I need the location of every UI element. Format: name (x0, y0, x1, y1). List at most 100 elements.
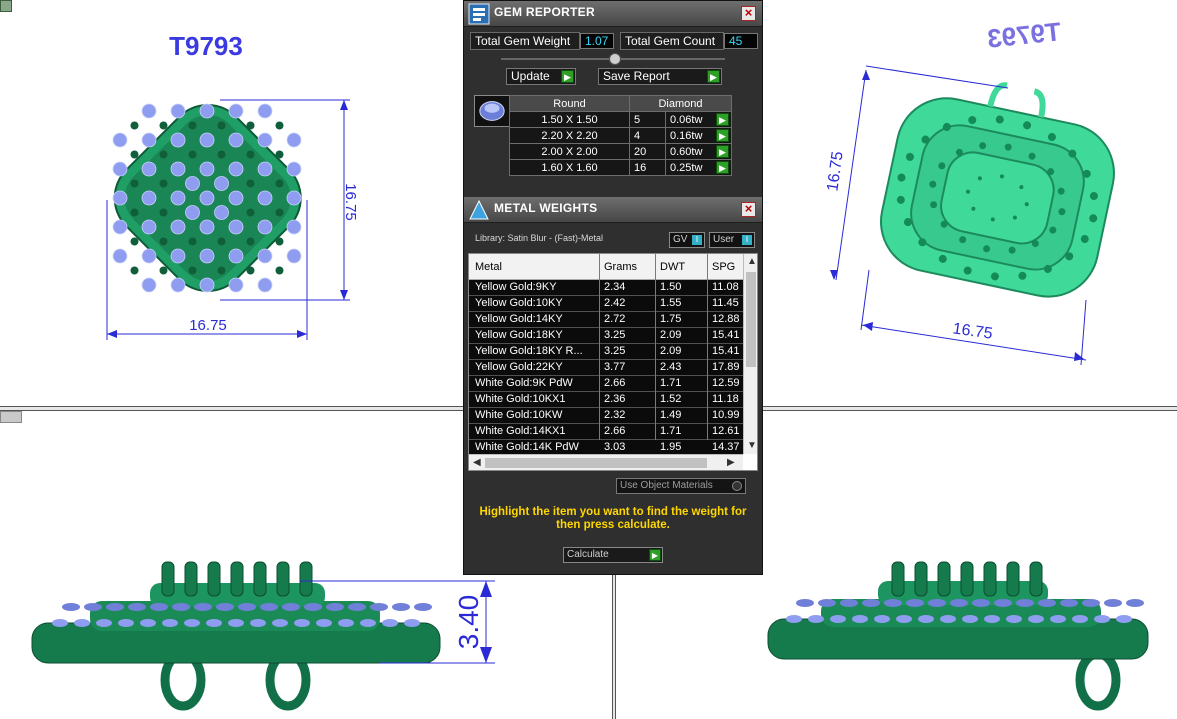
col-dwt-header[interactable]: DWT (660, 261, 685, 273)
metal-cell-metal: White Gold:9K PdW (475, 377, 573, 389)
metal-table-row[interactable]: Yellow Gold:22KY 3.77 2.43 17.89 (469, 360, 743, 376)
gem-stone (141, 103, 157, 119)
side-gem (1050, 615, 1066, 623)
side-gem (326, 603, 344, 611)
gem-count: 16 (629, 159, 666, 176)
metal-table-row[interactable]: White Gold:10KW 2.32 1.49 10.99 (469, 408, 743, 424)
gem-reporter-titlebar[interactable]: GEM REPORTER × (464, 1, 762, 27)
side-gem (984, 615, 1000, 623)
metal-cell-spg: 15.41 (712, 345, 740, 357)
side-gem (994, 599, 1012, 607)
gem-stone (275, 121, 284, 130)
gem-row[interactable]: 1.60 X 1.60 16 0.25tw ▶ (509, 159, 732, 176)
gem-stone (199, 103, 215, 119)
metal-table-row[interactable]: Yellow Gold:9KY 2.34 1.50 11.08 (469, 280, 743, 296)
gem-row-arrow-icon[interactable]: ▶ (716, 145, 729, 158)
save-report-arrow-icon: ▶ (707, 70, 720, 83)
gem-stone (275, 266, 284, 275)
gem-stone (170, 161, 186, 177)
gem-stone (275, 237, 284, 246)
metal-table-row[interactable]: White Gold:9K PdW 2.66 1.71 12.59 (469, 376, 743, 392)
col-grams-header[interactable]: Grams (604, 261, 637, 273)
viewport-menu-icon[interactable] (0, 0, 12, 12)
scroll-down-icon[interactable]: ▼ (747, 440, 757, 451)
col-metal-header[interactable]: Metal (475, 261, 502, 273)
gem-row[interactable]: 1.50 X 1.50 5 0.06tw ▶ (509, 111, 732, 128)
prong (1006, 561, 1020, 597)
scroll-right-icon[interactable]: ▶ (727, 457, 735, 468)
gem-row-arrow-icon[interactable]: ▶ (716, 129, 729, 142)
front-height-dimension: 16.75 (342, 183, 359, 221)
calculate-button[interactable]: Calculate ▶ (563, 547, 663, 563)
column-divider (599, 254, 600, 440)
metal-table-row[interactable]: White Gold:14KX1 2.66 1.71 12.61 (469, 424, 743, 440)
side-gem (862, 599, 880, 607)
gem-stone (112, 190, 128, 206)
user-toggle[interactable]: User I (709, 232, 755, 248)
gem-reporter-close-icon[interactable]: × (741, 6, 756, 21)
scroll-left-icon[interactable]: ◀ (473, 457, 481, 468)
side-gem (404, 619, 420, 627)
gem-row-arrow-icon[interactable]: ▶ (716, 113, 729, 126)
metal-table-vscroll[interactable]: ▲ ▼ (743, 254, 757, 454)
side-gem (796, 599, 814, 607)
gem-stone (228, 103, 244, 119)
side-gem (228, 619, 244, 627)
side-gem (118, 619, 134, 627)
gem-size: 2.20 X 2.20 (509, 127, 630, 144)
gem-stone (185, 176, 200, 191)
side-gem (194, 603, 212, 611)
gem-row[interactable]: 2.20 X 2.20 4 0.16tw ▶ (509, 127, 732, 144)
gem-stone (188, 121, 197, 130)
gem-stone (141, 277, 157, 293)
metal-cell-grams: 2.66 (604, 377, 626, 389)
side-gem (216, 603, 234, 611)
column-divider (655, 254, 656, 440)
side-gem (162, 619, 178, 627)
gem-row[interactable]: 2.00 X 2.00 20 0.60tw ▶ (509, 143, 732, 160)
gem-row-arrow-icon[interactable]: ▶ (716, 161, 729, 174)
gem-stone (246, 237, 255, 246)
side-gem (52, 619, 68, 627)
gem-stone (214, 176, 229, 191)
metal-cell-metal: White Gold:10KX1 (475, 393, 566, 405)
gem-stone (159, 237, 168, 246)
metal-table-row[interactable]: Yellow Gold:18KY R... 3.25 2.09 15.41 (469, 344, 743, 360)
hscroll-thumb[interactable] (485, 458, 707, 468)
side-gem (62, 603, 80, 611)
side-prongs-left (161, 561, 313, 597)
use-object-materials-option[interactable]: Use Object Materials (616, 478, 746, 494)
vscroll-thumb[interactable] (746, 272, 756, 367)
gv-toggle[interactable]: GV I (669, 232, 705, 248)
metal-weights-titlebar[interactable]: METAL WEIGHTS × (464, 197, 762, 223)
metal-table-row[interactable]: Yellow Gold:18KY 3.25 2.09 15.41 (469, 328, 743, 344)
metal-table-row[interactable]: White Gold:10KX1 2.36 1.52 11.18 (469, 392, 743, 408)
gem-stone (286, 248, 302, 264)
save-report-button[interactable]: Save Report ▶ (598, 68, 722, 85)
metal-table-row[interactable]: Yellow Gold:14KY 2.72 1.75 12.88 (469, 312, 743, 328)
scroll-up-icon[interactable]: ▲ (747, 256, 757, 267)
side-gem (316, 619, 332, 627)
side-pendant-right (767, 561, 1149, 711)
side-gem (128, 603, 146, 611)
gem-stone (199, 190, 215, 206)
col-spg-header[interactable]: SPG (712, 261, 735, 273)
gem-slider-knob[interactable] (609, 53, 621, 65)
gem-stone (130, 208, 139, 217)
use-object-materials-label: Use Object Materials (620, 480, 713, 491)
gem-stone (130, 150, 139, 159)
gem-stone (112, 161, 128, 177)
metal-table-row[interactable]: Yellow Gold:10KY 2.42 1.55 11.45 (469, 296, 743, 312)
gem-stone (159, 208, 168, 217)
metal-weights-close-icon[interactable]: × (741, 202, 756, 217)
metal-cell-spg: 15.41 (712, 329, 740, 341)
viewport-menu-icon-bottom[interactable] (0, 411, 22, 423)
metal-table-hscroll[interactable]: ◀ ▶ (469, 454, 743, 470)
update-button[interactable]: Update ▶ (506, 68, 576, 85)
metal-cell-metal: Yellow Gold:18KY (475, 329, 563, 341)
side-gem (106, 603, 124, 611)
metal-cell-grams: 3.25 (604, 345, 626, 357)
prong (983, 561, 997, 597)
pendant-back-body (879, 82, 1115, 298)
side-gem (348, 603, 366, 611)
